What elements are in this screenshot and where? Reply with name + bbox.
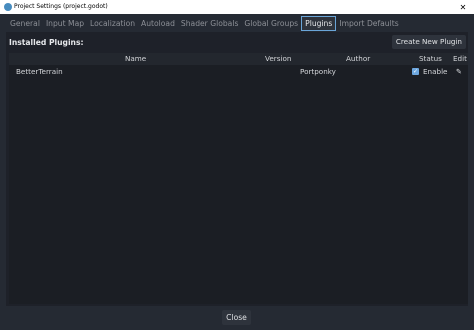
tab-shader-globals[interactable]: Shader Globals xyxy=(178,16,242,31)
project-settings-window: Project Settings (project.godot) ✕ Gener… xyxy=(0,0,474,330)
tab-import-defaults[interactable]: Import Defaults xyxy=(336,16,401,31)
plugin-author: Portponky xyxy=(300,67,336,76)
column-header-edit: Edit xyxy=(453,54,467,63)
tab-input-map[interactable]: Input Map xyxy=(43,16,87,31)
installed-plugins-heading: Installed Plugins: xyxy=(9,38,84,47)
close-button[interactable]: Close xyxy=(222,310,251,325)
window-title: Project Settings (project.godot) xyxy=(14,3,108,10)
column-header-author: Author xyxy=(346,54,371,63)
column-header-version: Version xyxy=(265,54,292,63)
table-header: Name Version Author Status Edit xyxy=(9,53,468,65)
plugins-table: Name Version Author Status Edit BetterTe… xyxy=(9,53,468,304)
godot-app-icon xyxy=(4,3,12,11)
column-header-status: Status xyxy=(419,54,442,63)
enable-label: Enable xyxy=(423,67,448,76)
tab-global-groups[interactable]: Global Groups xyxy=(241,16,301,31)
title-bar: Project Settings (project.godot) ✕ xyxy=(0,0,474,14)
tab-plugins[interactable]: Plugins xyxy=(301,16,337,31)
window-controls: ✕ xyxy=(452,0,474,14)
tab-general[interactable]: General xyxy=(7,16,43,31)
column-header-name: Name xyxy=(125,54,147,63)
create-new-plugin-button[interactable]: Create New Plugin xyxy=(391,35,466,49)
table-row[interactable]: BetterTerrain Portponky ✓ Enable ✎ xyxy=(9,66,468,78)
close-window-icon[interactable]: ✕ xyxy=(452,0,474,14)
enable-checkbox[interactable]: ✓ xyxy=(412,68,419,75)
plugin-name: BetterTerrain xyxy=(16,67,63,76)
tab-localization[interactable]: Localization xyxy=(87,16,138,31)
tab-autoload[interactable]: Autoload xyxy=(138,16,178,31)
settings-tabs: General Input Map Localization Autoload … xyxy=(7,16,402,31)
plugins-panel: Installed Plugins: Create New Plugin Nam… xyxy=(6,32,468,306)
edit-icon[interactable]: ✎ xyxy=(456,66,462,78)
